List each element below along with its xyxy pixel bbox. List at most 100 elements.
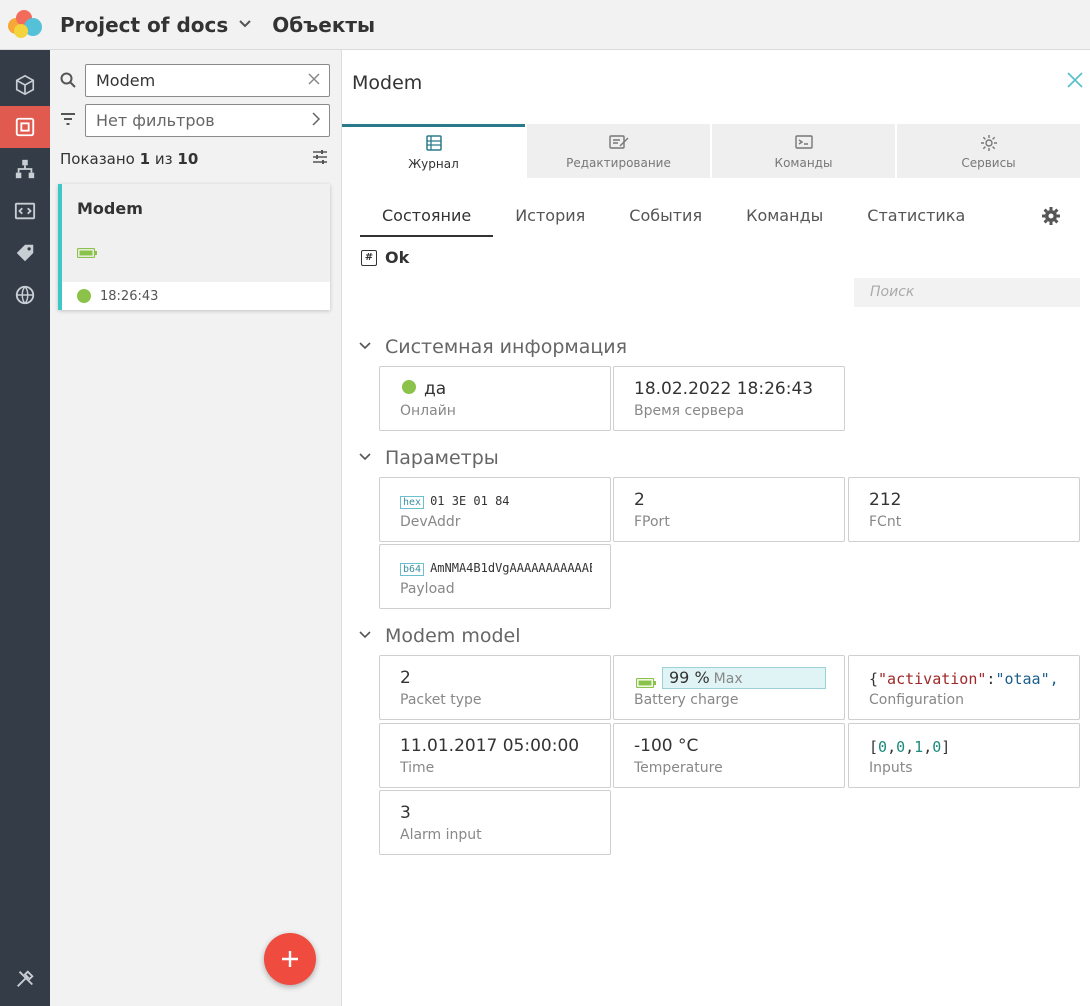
main-tabs: Журнал Редактирование Команды Сервисы bbox=[342, 124, 1082, 178]
shown-current: 1 bbox=[139, 150, 151, 168]
tab-edit[interactable]: Редактирование bbox=[527, 124, 710, 178]
tile-packet-type-label: Packet type bbox=[400, 692, 482, 708]
section-model-header[interactable]: Modem model bbox=[359, 625, 521, 647]
tile-devaddr-value: hex 01 3E 01 84 bbox=[400, 494, 510, 509]
tile-time-label: Time bbox=[400, 760, 435, 776]
tile-online-label: Онлайн bbox=[400, 403, 456, 419]
subtab-statistics[interactable]: Статистика bbox=[845, 198, 987, 237]
chevron-down-icon bbox=[358, 628, 372, 644]
search-input[interactable]: Modem bbox=[85, 64, 330, 97]
shown-of: из bbox=[154, 150, 173, 168]
detail-search-placeholder: Поиск bbox=[870, 284, 915, 300]
subtab-events[interactable]: События bbox=[607, 198, 724, 237]
tools-icon[interactable] bbox=[0, 958, 50, 1000]
section-system-title: Системная информация bbox=[385, 336, 628, 358]
add-object-button[interactable] bbox=[264, 933, 316, 985]
detail-panel: Modem Журнал Редактирование Команды Серв… bbox=[342, 50, 1090, 1006]
objects-icon[interactable] bbox=[0, 106, 50, 148]
subtab-state[interactable]: Состояние bbox=[360, 198, 494, 237]
tile-online: да Онлайн bbox=[379, 366, 611, 431]
hex-tag: hex bbox=[400, 496, 425, 509]
tile-inputs-value: [0,0,1,0] bbox=[869, 738, 950, 756]
tile-configuration-label: Configuration bbox=[869, 692, 964, 708]
tile-packet-type-value: 2 bbox=[400, 668, 411, 688]
tile-alarm-input-label: Alarm input bbox=[400, 827, 482, 843]
online-value-text: да bbox=[424, 379, 447, 399]
tile-packet-type: 2 Packet type bbox=[379, 655, 611, 720]
inputs-3: 0 bbox=[932, 738, 942, 756]
section-title: Объекты bbox=[272, 12, 376, 37]
card-title: Modem bbox=[77, 199, 143, 218]
card-status: 18:26:43 bbox=[62, 282, 330, 310]
tile-server-time: 18.02.2022 18:26:43 Время сервера bbox=[613, 366, 845, 431]
tile-alarm-input: 3 Alarm input bbox=[379, 790, 611, 855]
tile-time-value: 11.01.2017 05:00:00 bbox=[400, 736, 580, 756]
tile-alarm-input-value: 3 bbox=[400, 803, 411, 823]
tab-services[interactable]: Сервисы bbox=[897, 124, 1080, 178]
inputs-2: 1 bbox=[914, 738, 924, 756]
section-system-header[interactable]: Системная информация bbox=[359, 336, 628, 358]
tab-journal-label: Журнал bbox=[408, 157, 459, 171]
tab-journal[interactable]: Журнал bbox=[342, 124, 525, 178]
tile-time: 11.01.2017 05:00:00 Time bbox=[379, 723, 611, 788]
chevron-down-icon bbox=[238, 17, 252, 33]
devaddr-text: 01 3E 01 84 bbox=[430, 494, 510, 508]
cube-icon[interactable] bbox=[0, 64, 50, 106]
object-card[interactable]: Modem 18:26:43 bbox=[58, 184, 330, 310]
section-params-header[interactable]: Параметры bbox=[359, 447, 499, 469]
tile-devaddr: hex 01 3E 01 84 DevAddr bbox=[379, 477, 611, 542]
inputs-0: 0 bbox=[878, 738, 888, 756]
project-selector[interactable]: Project of docs bbox=[60, 13, 252, 37]
terminal-icon bbox=[794, 133, 814, 153]
inputs-sep: , bbox=[923, 738, 933, 756]
chevron-down-icon bbox=[358, 450, 372, 466]
tile-fcnt: 212 FCnt bbox=[848, 477, 1080, 542]
top-bar: Project of docs Объекты bbox=[0, 0, 1090, 50]
status-icon: # bbox=[361, 249, 377, 266]
tile-payload: b64 AmNMA4B1dVgAAAAAAAAAAAEAAA Payload bbox=[379, 544, 611, 609]
filter-icon bbox=[60, 112, 76, 126]
config-value: "otaa", bbox=[995, 670, 1059, 688]
object-list-panel: Modem Нет фильтров Показано 1 из 10 Mode… bbox=[50, 50, 342, 1006]
edit-icon bbox=[608, 133, 630, 153]
tag-icon[interactable] bbox=[0, 232, 50, 274]
tile-temperature-label: Temperature bbox=[634, 760, 723, 776]
tile-configuration-value: {"activation":"otaa", bbox=[869, 670, 1059, 688]
hierarchy-icon[interactable] bbox=[0, 148, 50, 190]
tile-fcnt-label: FCnt bbox=[869, 514, 902, 530]
detail-title: Modem bbox=[352, 72, 423, 94]
tile-configuration: {"activation":"otaa", Configuration bbox=[848, 655, 1080, 720]
tile-server-time-label: Время сервера bbox=[634, 403, 745, 419]
close-icon[interactable] bbox=[1066, 70, 1084, 95]
search-icon bbox=[60, 72, 76, 88]
subtab-history[interactable]: История bbox=[493, 198, 607, 237]
clear-icon[interactable] bbox=[307, 71, 321, 90]
tile-fport: 2 FPort bbox=[613, 477, 845, 542]
tile-temperature-value: -100 °C bbox=[634, 736, 699, 756]
b64-tag: b64 bbox=[400, 563, 425, 576]
app-logo[interactable] bbox=[6, 6, 44, 44]
tile-payload-value: b64 AmNMA4B1dVgAAAAAAAAAAAEAAA bbox=[400, 561, 592, 576]
section-model-title: Modem model bbox=[385, 625, 521, 647]
tile-fport-value: 2 bbox=[634, 490, 645, 510]
tile-inputs: [0,0,1,0] Inputs bbox=[848, 723, 1080, 788]
journal-icon bbox=[425, 134, 443, 154]
tile-temperature: -100 °C Temperature bbox=[613, 723, 845, 788]
subtab-commands[interactable]: Команды bbox=[724, 198, 845, 237]
project-name: Project of docs bbox=[60, 12, 229, 37]
inputs-close: ] bbox=[941, 738, 951, 756]
card-time: 18:26:43 bbox=[100, 288, 159, 304]
gear-icon[interactable] bbox=[1041, 206, 1061, 230]
left-rail bbox=[0, 50, 50, 1006]
tab-commands[interactable]: Команды bbox=[712, 124, 895, 178]
shown-count: Показано 1 из 10 bbox=[60, 150, 198, 168]
sort-settings-icon[interactable] bbox=[312, 149, 328, 169]
detail-search-input[interactable]: Поиск bbox=[854, 278, 1080, 307]
globe-icon[interactable] bbox=[0, 274, 50, 316]
code-icon[interactable] bbox=[0, 190, 50, 232]
tile-devaddr-label: DevAddr bbox=[400, 514, 461, 530]
filter-field[interactable]: Нет фильтров bbox=[85, 104, 330, 137]
tile-fcnt-value: 212 bbox=[869, 490, 902, 510]
battery-value: 99 % bbox=[669, 668, 710, 687]
config-brace: { bbox=[869, 670, 879, 688]
